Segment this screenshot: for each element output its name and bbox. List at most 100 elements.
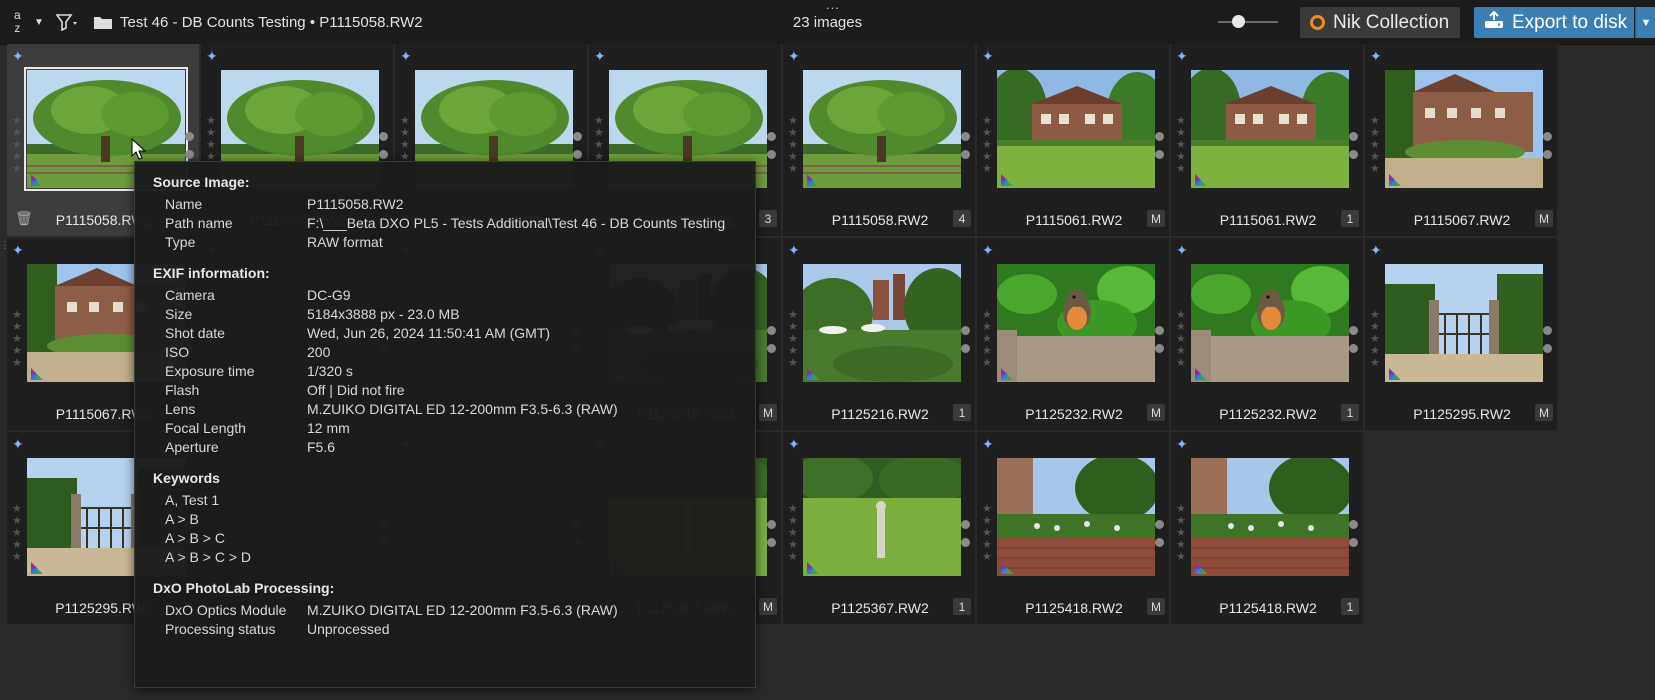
image-thumbnail-cell[interactable]: ✦ ★ ★ ★ ★ ★ P1115061.RW2 1 bbox=[1171, 44, 1365, 238]
export-dropdown-chevron-icon[interactable]: ▼ bbox=[1635, 7, 1655, 38]
star-rating[interactable]: ★★★★★ bbox=[1176, 116, 1186, 175]
star-icon[interactable]: ★ bbox=[1370, 334, 1380, 345]
star-icon[interactable]: ★ bbox=[206, 128, 216, 139]
pick-dot-icon[interactable] bbox=[573, 132, 582, 141]
image-thumbnail-cell[interactable]: ✦ ★ ★ ★ ★ ★ P1125232.RW2 1 bbox=[1171, 238, 1365, 432]
star-rating[interactable]: ★★★★★ bbox=[12, 310, 22, 369]
star-icon[interactable]: ★ bbox=[400, 140, 410, 151]
star-rating[interactable]: ★★★★★ bbox=[1176, 504, 1186, 563]
star-icon[interactable]: ★ bbox=[1176, 552, 1186, 563]
pick-dot-icon[interactable] bbox=[1349, 132, 1358, 141]
star-icon[interactable]: ★ bbox=[1370, 346, 1380, 357]
flag-dots[interactable] bbox=[185, 132, 194, 159]
star-icon[interactable]: ★ bbox=[1370, 322, 1380, 333]
filter-icon[interactable] bbox=[56, 0, 82, 44]
image-preview[interactable] bbox=[1191, 264, 1349, 382]
star-icon[interactable]: ★ bbox=[982, 358, 992, 369]
reject-dot-icon[interactable] bbox=[1349, 344, 1358, 353]
image-thumbnail-cell[interactable]: ✦ ★ ★ ★ ★ ★ P1125232.RW2 M bbox=[977, 238, 1171, 432]
image-preview[interactable] bbox=[803, 70, 961, 188]
star-icon[interactable]: ★ bbox=[982, 552, 992, 563]
image-preview[interactable] bbox=[997, 70, 1155, 188]
star-icon[interactable]: ★ bbox=[1370, 140, 1380, 151]
flag-dots[interactable] bbox=[961, 326, 970, 353]
reject-dot-icon[interactable] bbox=[1543, 344, 1552, 353]
star-icon[interactable]: ★ bbox=[1370, 116, 1380, 127]
star-icon[interactable]: ★ bbox=[1176, 516, 1186, 527]
flag-dots[interactable] bbox=[767, 520, 776, 547]
reject-dot-icon[interactable] bbox=[1349, 150, 1358, 159]
star-rating[interactable]: ★★★★★ bbox=[788, 310, 798, 369]
star-icon[interactable]: ★ bbox=[1176, 128, 1186, 139]
star-icon[interactable]: ★ bbox=[982, 504, 992, 515]
star-icon[interactable]: ★ bbox=[788, 504, 798, 515]
star-icon[interactable]: ★ bbox=[12, 116, 22, 127]
star-rating[interactable]: ★★★★★ bbox=[982, 310, 992, 369]
star-icon[interactable]: ★ bbox=[12, 552, 22, 563]
star-icon[interactable]: ★ bbox=[594, 140, 604, 151]
flag-dots[interactable] bbox=[1349, 132, 1358, 159]
star-icon[interactable]: ★ bbox=[788, 358, 798, 369]
star-icon[interactable]: ★ bbox=[1176, 358, 1186, 369]
star-icon[interactable]: ★ bbox=[12, 358, 22, 369]
image-preview[interactable] bbox=[1191, 70, 1349, 188]
image-thumbnail-cell[interactable]: ✦ ★ ★ ★ ★ ★ P1115058.RW2 4 bbox=[783, 44, 977, 238]
star-icon[interactable]: ★ bbox=[788, 540, 798, 551]
star-icon[interactable]: ★ bbox=[788, 116, 798, 127]
export-to-disk-button[interactable]: Export to disk bbox=[1474, 7, 1634, 38]
star-icon[interactable]: ★ bbox=[12, 152, 22, 163]
flag-dots[interactable] bbox=[767, 132, 776, 159]
star-icon[interactable]: ★ bbox=[788, 516, 798, 527]
flag-dots[interactable] bbox=[1543, 132, 1552, 159]
reject-dot-icon[interactable] bbox=[767, 150, 776, 159]
flag-dots[interactable] bbox=[961, 132, 970, 159]
pick-dot-icon[interactable] bbox=[1155, 132, 1164, 141]
pick-dot-icon[interactable] bbox=[1543, 132, 1552, 141]
star-icon[interactable]: ★ bbox=[12, 528, 22, 539]
flag-dots[interactable] bbox=[961, 520, 970, 547]
star-icon[interactable]: ★ bbox=[12, 504, 22, 515]
star-rating[interactable]: ★★★★★ bbox=[788, 504, 798, 563]
image-thumbnail-cell[interactable]: ✦ ★ ★ ★ ★ ★ P1115067.RW2 M bbox=[1365, 44, 1559, 238]
reject-dot-icon[interactable] bbox=[1349, 538, 1358, 547]
reject-dot-icon[interactable] bbox=[573, 150, 582, 159]
image-thumbnail-cell[interactable]: ✦ ★ ★ ★ ★ ★ P1125295.RW2 M bbox=[1365, 238, 1559, 432]
star-icon[interactable]: ★ bbox=[788, 334, 798, 345]
pick-dot-icon[interactable] bbox=[961, 132, 970, 141]
star-icon[interactable]: ★ bbox=[982, 128, 992, 139]
star-icon[interactable]: ★ bbox=[1176, 334, 1186, 345]
sort-caret-icon[interactable]: ▼ bbox=[34, 0, 44, 44]
sort-button[interactable]: a z bbox=[14, 0, 21, 44]
star-icon[interactable]: ★ bbox=[982, 528, 992, 539]
star-icon[interactable]: ★ bbox=[12, 334, 22, 345]
star-icon[interactable]: ★ bbox=[982, 116, 992, 127]
flag-dots[interactable] bbox=[1349, 520, 1358, 547]
star-icon[interactable]: ★ bbox=[788, 140, 798, 151]
star-rating[interactable]: ★★★★★ bbox=[982, 504, 992, 563]
star-icon[interactable]: ★ bbox=[788, 528, 798, 539]
image-preview[interactable] bbox=[997, 264, 1155, 382]
reject-dot-icon[interactable] bbox=[1155, 538, 1164, 547]
star-icon[interactable]: ★ bbox=[788, 552, 798, 563]
image-preview[interactable] bbox=[1385, 264, 1543, 382]
pick-dot-icon[interactable] bbox=[1349, 326, 1358, 335]
thumbnail-size-slider-track[interactable] bbox=[1218, 21, 1278, 23]
star-icon[interactable]: ★ bbox=[1176, 140, 1186, 151]
reject-dot-icon[interactable] bbox=[1543, 150, 1552, 159]
star-icon[interactable]: ★ bbox=[1176, 164, 1186, 175]
star-icon[interactable]: ★ bbox=[1176, 322, 1186, 333]
star-icon[interactable]: ★ bbox=[982, 164, 992, 175]
flag-dots[interactable] bbox=[1349, 326, 1358, 353]
star-icon[interactable]: ★ bbox=[12, 346, 22, 357]
star-icon[interactable]: ★ bbox=[788, 164, 798, 175]
more-dots[interactable]: ... bbox=[826, 0, 840, 12]
flag-dots[interactable] bbox=[1155, 326, 1164, 353]
reject-dot-icon[interactable] bbox=[185, 150, 194, 159]
star-icon[interactable]: ★ bbox=[788, 152, 798, 163]
star-icon[interactable]: ★ bbox=[12, 322, 22, 333]
star-icon[interactable]: ★ bbox=[788, 310, 798, 321]
pick-dot-icon[interactable] bbox=[767, 132, 776, 141]
star-rating[interactable]: ★★★★★ bbox=[1176, 310, 1186, 369]
pick-dot-icon[interactable] bbox=[1349, 520, 1358, 529]
star-icon[interactable]: ★ bbox=[12, 164, 22, 175]
